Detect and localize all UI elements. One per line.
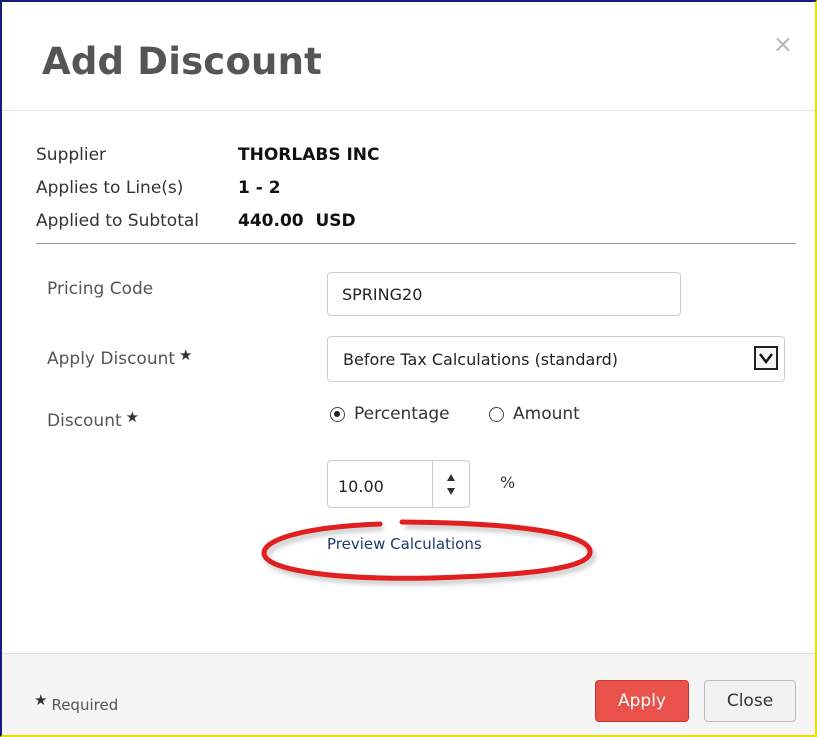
chevron-down-icon[interactable] xyxy=(754,346,778,370)
pricing-code-input[interactable] xyxy=(327,272,681,316)
info-divider xyxy=(36,243,796,244)
discount-value[interactable]: 10.00 xyxy=(338,477,384,496)
apply-button[interactable]: Apply xyxy=(595,680,689,722)
pricing-code-label: Pricing Code xyxy=(47,279,154,299)
increment-arrow-icon[interactable] xyxy=(447,474,455,481)
percentage-radio-label: Percentage xyxy=(354,404,450,424)
radio-unchecked-icon[interactable] xyxy=(489,406,504,422)
discount-value-stepper[interactable]: 10.00 xyxy=(327,460,470,508)
required-note-text: Required xyxy=(51,696,119,714)
required-note: ★ Required xyxy=(34,691,118,714)
apply-discount-label-text: Apply Discount xyxy=(47,349,176,369)
dialog-title: Add Discount xyxy=(42,40,323,83)
radio-checked-icon[interactable] xyxy=(330,406,345,422)
supplier-value: THORLABS INC xyxy=(238,145,380,165)
apply-discount-selected-value: Before Tax Calculations (standard) xyxy=(343,350,619,369)
required-star-icon: ★ xyxy=(179,346,193,364)
apply-discount-select[interactable]: Before Tax Calculations (standard) xyxy=(327,336,785,382)
discount-label: Discount ★ xyxy=(47,408,139,431)
required-star-icon: ★ xyxy=(125,408,140,426)
supplier-label: Supplier xyxy=(36,145,107,165)
subtotal-label: Applied to Subtotal xyxy=(36,211,200,231)
percent-unit-label: % xyxy=(500,473,516,492)
required-star-icon: ★ xyxy=(34,691,48,709)
amount-radio[interactable]: Amount xyxy=(489,404,580,424)
close-icon[interactable]: × xyxy=(773,32,793,56)
stepper-controls xyxy=(432,461,470,507)
lines-label: Applies to Line(s) xyxy=(36,178,184,198)
percentage-radio[interactable]: Percentage xyxy=(330,404,450,424)
amount-radio-label: Amount xyxy=(513,404,580,424)
preview-calculations-link[interactable]: Preview Calculations xyxy=(327,535,482,553)
close-button[interactable]: Close xyxy=(704,680,796,722)
lines-value: 1 - 2 xyxy=(238,178,281,198)
discount-label-text: Discount xyxy=(47,411,122,431)
subtotal-value: 440.00 USD xyxy=(238,211,356,231)
dialog-footer: ★ Required Apply Close xyxy=(2,653,815,735)
add-discount-dialog: Add Discount × Supplier THORLABS INC App… xyxy=(0,0,817,737)
decrement-arrow-icon[interactable] xyxy=(447,488,455,495)
header-divider xyxy=(2,110,815,111)
apply-discount-label: Apply Discount ★ xyxy=(47,346,192,369)
